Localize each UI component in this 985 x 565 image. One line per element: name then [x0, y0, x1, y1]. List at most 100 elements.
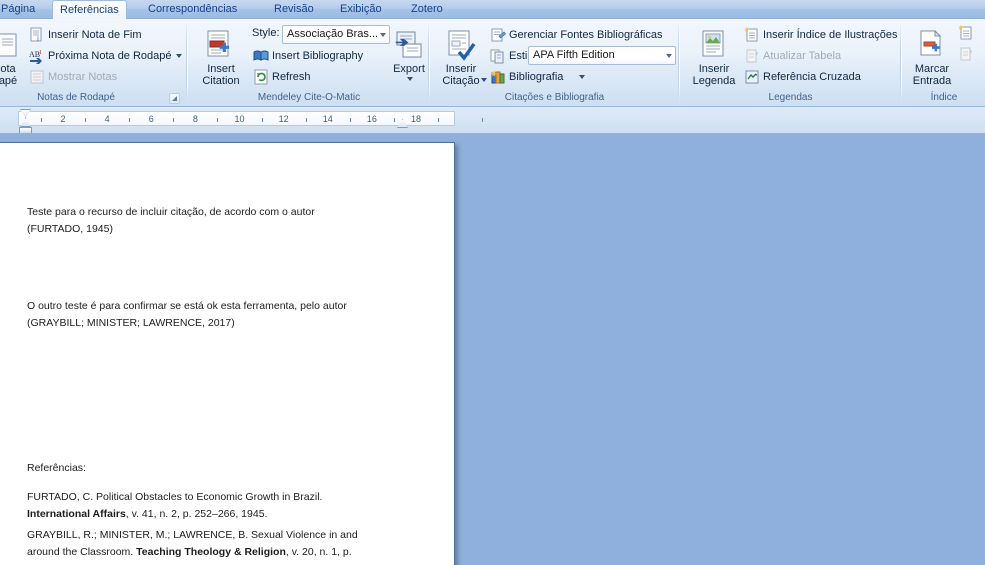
update-table-label: Atualizar Tabela	[763, 50, 842, 62]
mark-entry-button[interactable]: Marcar Entrada	[907, 29, 957, 87]
reference-item-2: GRAYBILL, R.; MINISTER, M.; LAWRENCE, B.…	[27, 527, 367, 565]
tab-pagina[interactable]: Página	[0, 0, 42, 19]
mendeley-style-value: Associação Bras...	[287, 28, 379, 40]
ribbon-tab-bar: Página Referências Correspondências Revi…	[0, 0, 985, 20]
ruler-tick	[173, 118, 175, 122]
manage-sources-label: Gerenciar Fontes Bibliográficas	[509, 29, 663, 41]
ruler-number-14: 14	[322, 114, 333, 124]
cross-reference-icon	[744, 69, 760, 85]
ruler-number-12: 12	[278, 114, 289, 124]
ribbon-group-footnotes: ota apé i Inserir Nota de Fim AB 1 Próxi…	[0, 20, 188, 106]
next-footnote-chevron-down-icon[interactable]	[176, 54, 182, 58]
group-label-captions: Legendas	[768, 92, 813, 103]
insert-citation-check-icon	[445, 30, 477, 62]
bibliography-item[interactable]: Bibliografia	[489, 67, 585, 87]
ruler-area: 2 4 6 8 10 12 14 16 18	[0, 107, 985, 134]
ribbon-group-captions: Inserir Legenda Inserir Índice de Ilustr…	[681, 20, 900, 106]
insert-table-of-figures-item[interactable]: Inserir Índice de Ilustrações	[743, 25, 898, 45]
ribbon-group-mendeley: Insert Citation Style: Associação Bras..…	[190, 20, 428, 106]
tab-referencias[interactable]: Referências	[52, 0, 127, 20]
document-canvas[interactable]: Teste para o recurso de incluir citação,…	[0, 133, 985, 565]
export-chevron-down-icon[interactable]	[407, 77, 413, 81]
ruler-ticks: 2 4 6 8 10 12 14 16 18	[19, 112, 484, 125]
refresh-icon	[253, 69, 269, 85]
ruler-tick	[129, 118, 131, 122]
citation-style-combo[interactable]: APA Fifth Edition	[528, 46, 676, 65]
show-notes-label: Mostrar Notas	[48, 71, 118, 83]
reference-2-journal: Teaching Theology & Religion	[136, 546, 286, 558]
insert-footnote-label-2: apé	[0, 74, 18, 87]
insert-table-of-figures-icon	[744, 27, 760, 43]
citation-style-value: APA Fifth Edition	[533, 49, 615, 61]
insert-citation-button[interactable]: Inserir Citação	[435, 30, 487, 87]
manage-sources-icon	[490, 27, 506, 43]
ruler-number-16: 16	[366, 114, 377, 124]
reference-2-line-1: GRAYBILL, R.; MINISTER, M.; LAWRENCE, B.…	[27, 529, 358, 541]
reference-1-line-1: FURTADO, C. Political Obstacles to Econo…	[27, 491, 323, 503]
ruler-tick	[438, 118, 440, 122]
book-icon	[253, 48, 269, 64]
insert-footnote-button[interactable]: ota apé	[0, 32, 30, 87]
footnotes-dialog-launcher[interactable]	[169, 93, 180, 104]
bibliography-label: Bibliografia	[509, 71, 564, 83]
manage-sources-item[interactable]: Gerenciar Fontes Bibliográficas	[489, 25, 662, 45]
group-label-mendeley: Mendeley Cite-O-Matic	[257, 92, 361, 103]
ribbon-group-index: Marcar Entrada Índice	[903, 20, 985, 106]
insert-bibliography-item[interactable]: Insert Bibliography	[252, 46, 363, 66]
ruler-number-4: 4	[104, 114, 110, 124]
ruler-tick	[217, 118, 219, 122]
ruler-tick	[305, 118, 307, 122]
insert-citation-chevron-down-icon[interactable]	[481, 78, 487, 82]
ruler-tick	[40, 118, 42, 122]
update-index-button	[958, 46, 974, 67]
mendeley-insert-citation-button[interactable]: Insert Citation	[194, 30, 248, 87]
insert-caption-label-2: Legenda	[692, 74, 736, 87]
group-label-citations: Citações e Bibliografia	[504, 92, 605, 103]
insert-endnote-item[interactable]: i Inserir Nota de Fim	[28, 25, 142, 45]
next-footnote-label: Próxima Nota de Rodapé	[48, 50, 172, 62]
insert-index-button[interactable]	[958, 25, 974, 46]
mark-entry-label-1: Marcar	[914, 63, 950, 75]
insert-caption-button[interactable]: Inserir Legenda	[687, 30, 741, 87]
reference-item-1: FURTADO, C. Political Obstacles to Econo…	[27, 489, 367, 523]
show-notes-icon	[29, 69, 45, 85]
mark-entry-label-2: Entrada	[912, 74, 952, 87]
svg-text:i: i	[37, 35, 39, 43]
insert-caption-icon	[698, 30, 730, 62]
bibliography-chevron-down-icon[interactable]	[579, 75, 585, 79]
mendeley-insert-citation-label-1: Insert	[207, 63, 235, 75]
mendeley-style-label: Style:	[252, 27, 280, 39]
next-footnote-item[interactable]: AB 1 Próxima Nota de Rodapé	[28, 46, 182, 66]
insert-table-of-figures-label: Inserir Índice de Ilustrações	[763, 29, 898, 41]
insert-index-icon	[958, 25, 972, 40]
show-notes-item: Mostrar Notas	[28, 67, 117, 87]
ribbon-group-citations: Inserir Citação Gerenciar Fontes Bibliog…	[431, 20, 678, 106]
ruler-tick	[393, 118, 395, 122]
mendeley-insert-citation-label-2: Citation	[202, 74, 240, 87]
refresh-item[interactable]: Refresh	[252, 67, 311, 87]
document-page[interactable]: Teste para o recurso de incluir citação,…	[0, 142, 455, 565]
horizontal-ruler[interactable]: 2 4 6 8 10 12 14 16 18	[18, 111, 484, 126]
tab-revisao[interactable]: Revisão	[267, 0, 321, 19]
style-icon	[490, 48, 506, 64]
tab-correspondencias[interactable]: Correspondências	[141, 0, 244, 19]
cross-reference-item[interactable]: Referência Cruzada	[743, 67, 861, 87]
mendeley-export-label: Export	[393, 63, 425, 75]
mendeley-style-combo[interactable]: Associação Bras...	[282, 25, 390, 44]
tab-zotero[interactable]: Zotero	[404, 0, 450, 19]
reference-1-journal: International Affairs	[27, 508, 126, 520]
ruler-number-6: 6	[148, 114, 154, 124]
update-table-icon	[744, 48, 760, 64]
mark-entry-icon	[916, 29, 948, 62]
paragraph-2-line-2: (GRAYBILL; MINISTER; LAWRENCE, 2017)	[27, 317, 235, 329]
paragraph-1-line-1: Teste para o recurso de incluir citação,…	[27, 206, 315, 218]
insert-endnote-label: Inserir Nota de Fim	[48, 29, 142, 41]
chevron-down-icon[interactable]	[666, 54, 672, 58]
cross-reference-label: Referência Cruzada	[763, 71, 861, 83]
mendeley-export-button[interactable]: Export	[386, 30, 432, 81]
ruler-tick	[261, 118, 263, 122]
reference-1-line-2-rest: , v. 41, n. 2, p. 252–266, 1945.	[125, 508, 268, 520]
tab-exibicao[interactable]: Exibição	[333, 0, 389, 19]
references-heading: Referências:	[27, 462, 86, 474]
refresh-label: Refresh	[272, 71, 311, 83]
